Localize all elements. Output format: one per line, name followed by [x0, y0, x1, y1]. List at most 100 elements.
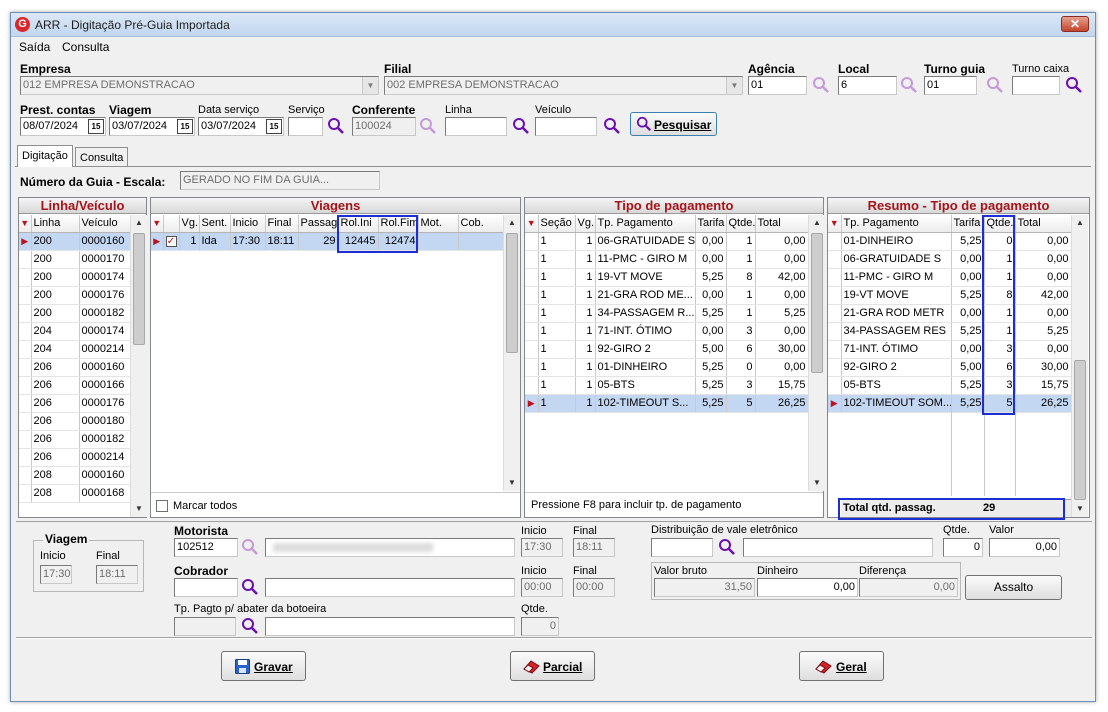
guia-input[interactable]: GERADO NO FIM DA GUIA...	[180, 171, 380, 190]
local-input[interactable]: 6	[838, 76, 897, 95]
scroll-down-icon[interactable]: ▼	[809, 475, 825, 491]
column-header[interactable]: Passag.	[298, 215, 339, 233]
column-header[interactable]: Vg.	[575, 215, 596, 233]
distribuicao-code-input[interactable]	[651, 538, 713, 557]
menu-consulta[interactable]: Consulta	[62, 40, 109, 54]
scroll-down-icon[interactable]: ▼	[131, 501, 147, 517]
table-row[interactable]: 200 0000182	[19, 304, 131, 323]
scroll-up-icon[interactable]: ▲	[809, 215, 825, 231]
search-icon[interactable]	[986, 76, 1004, 94]
table-row[interactable]: 1 1 92-GIRO 2 5,00 6 30,00	[525, 340, 809, 359]
table-row[interactable]: 71-INT. ÓTIMO 0,00 3 0,00	[828, 340, 1072, 359]
search-icon[interactable]	[241, 617, 259, 635]
table-row[interactable]: 208 0000160	[19, 466, 131, 485]
column-header[interactable]: Total	[755, 215, 809, 233]
chevron-down-icon[interactable]: ▼	[726, 77, 742, 94]
valor-bruto-input[interactable]: 31,50	[654, 578, 755, 597]
sort-indicator-icon[interactable]: ▼	[828, 215, 842, 233]
dist-qtde-input[interactable]: 0	[943, 538, 983, 557]
parcial-button[interactable]: Parcial	[510, 651, 595, 681]
cobrador-code-input[interactable]	[174, 578, 238, 597]
menu-saida[interactable]: Saída	[19, 40, 50, 54]
sort-indicator-icon[interactable]: ▼	[151, 215, 164, 233]
table-row[interactable]: 19-VT MOVE 5,25 8 42,00	[828, 286, 1072, 305]
assalto-button[interactable]: Assalto	[965, 575, 1062, 600]
dinheiro-input[interactable]: 0,00	[757, 578, 858, 597]
scroll-up-icon[interactable]: ▲	[131, 215, 147, 231]
table-row[interactable]: 1 1 01-DINHEIRO 5,25 0 0,00	[525, 358, 809, 377]
motorista-code-input[interactable]: 102512	[174, 538, 238, 557]
column-header[interactable]: Inicio	[230, 215, 266, 233]
scroll-up-icon[interactable]: ▲	[1072, 215, 1088, 231]
table-row[interactable]: 21-GRA ROD METR 0,00 1 0,00	[828, 304, 1072, 323]
servico-input[interactable]	[288, 117, 323, 136]
veiculo-input[interactable]	[535, 117, 597, 136]
mot-final-input[interactable]: 18:11	[573, 538, 615, 557]
table-row[interactable]: 200 0000174	[19, 268, 131, 287]
conferente-input[interactable]: 100024	[352, 117, 416, 136]
scroll-down-icon[interactable]: ▼	[504, 475, 520, 491]
column-header[interactable]: Tarifa	[695, 215, 727, 233]
viagem-inicio-input[interactable]: 17:30	[40, 565, 72, 584]
table-row[interactable]: ▶ ✓ 1 Ida 17:30 18:11 29 12445 12474	[151, 232, 504, 251]
sort-indicator-icon[interactable]: ▼	[525, 215, 539, 233]
row-checkbox[interactable]: ✓	[163, 232, 180, 251]
gravar-button[interactable]: Gravar	[221, 651, 306, 681]
table-row[interactable]: 206 0000182	[19, 430, 131, 449]
search-icon[interactable]	[900, 76, 918, 94]
table-row[interactable]: 1 1 21-GRA ROD ME... 0,00 1 0,00	[525, 286, 809, 305]
search-icon[interactable]	[603, 117, 621, 135]
table-row[interactable]: 1 1 19-VT MOVE 5,25 8 42,00	[525, 268, 809, 287]
column-header[interactable]: Cob.	[458, 215, 504, 233]
column-header[interactable]: Qtde.	[726, 215, 756, 233]
pesquisar-button[interactable]: Pesquisar	[630, 112, 717, 136]
scroll-thumb[interactable]	[811, 233, 823, 373]
tp-pagto-name-input[interactable]	[265, 617, 515, 636]
diferenca-input[interactable]: 0,00	[859, 578, 958, 597]
scrollbar[interactable]: ▲ ▼	[808, 215, 825, 491]
calendar-icon[interactable]: 15	[177, 119, 193, 134]
table-row[interactable]: 01-DINHEIRO 5,25 0 0,00	[828, 232, 1072, 251]
search-icon[interactable]	[241, 578, 259, 596]
search-icon[interactable]	[327, 117, 345, 135]
scroll-thumb[interactable]	[133, 233, 145, 345]
table-row[interactable]: 206 0000214	[19, 448, 131, 467]
search-icon[interactable]	[718, 538, 736, 556]
cob-final-input[interactable]: 00:00	[573, 578, 615, 597]
table-row[interactable]: 1 1 71-INT. ÓTIMO 0,00 3 0,00	[525, 322, 809, 341]
turno-guia-input[interactable]: 01	[924, 76, 977, 95]
scrollbar[interactable]: ▲ ▼	[130, 215, 147, 517]
table-row[interactable]: 206 0000180	[19, 412, 131, 431]
table-row[interactable]: 92-GIRO 2 5,00 6 30,00	[828, 358, 1072, 377]
empresa-select[interactable]: 012 EMPRESA DEMONSTRACAO ▼	[20, 76, 379, 95]
column-header[interactable]: Mot.	[418, 215, 459, 233]
cobrador-name-input[interactable]	[265, 578, 515, 597]
viagem-final-input[interactable]: 18:11	[96, 565, 138, 584]
column-header[interactable]: Total	[1015, 215, 1072, 233]
table-row[interactable]: 206 0000176	[19, 394, 131, 413]
tp-pagto-code-input[interactable]	[174, 617, 236, 636]
column-header[interactable]: Seção	[538, 215, 576, 233]
table-row[interactable]: 206 0000160	[19, 358, 131, 377]
search-icon[interactable]	[241, 538, 259, 556]
column-header[interactable]: Tp. Pagamento	[595, 215, 696, 233]
scrollbar[interactable]: ▲ ▼	[1071, 215, 1088, 517]
table-row[interactable]: ▶ 200 0000160	[19, 232, 131, 251]
table-row[interactable]: 06-GRATUIDADE S 0,00 1 0,00	[828, 250, 1072, 269]
column-header[interactable]: Tarifa	[951, 215, 985, 233]
table-row[interactable]: 208 0000168	[19, 484, 131, 503]
table-row[interactable]: 1 1 05-BTS 5,25 3 15,75	[525, 376, 809, 395]
sort-indicator-icon[interactable]: ▼	[19, 215, 32, 233]
column-header[interactable]: Linha	[31, 215, 80, 233]
calendar-icon[interactable]: 15	[266, 119, 282, 134]
mot-inicio-input[interactable]: 17:30	[521, 538, 563, 557]
table-row[interactable]: 1 1 06-GRATUIDADE S 0,00 1 0,00	[525, 232, 809, 251]
scrollbar[interactable]: ▲ ▼	[503, 215, 520, 491]
filial-select[interactable]: 002 EMPRESA DEMONSTRACAO ▼	[384, 76, 743, 95]
marcar-todos-checkbox[interactable]	[156, 500, 168, 512]
scroll-thumb[interactable]	[1074, 360, 1086, 500]
search-icon[interactable]	[419, 117, 437, 135]
geral-button[interactable]: Geral	[799, 651, 884, 681]
tab-consulta[interactable]: Consulta	[75, 147, 129, 167]
table-row[interactable]: 200 0000170	[19, 250, 131, 269]
